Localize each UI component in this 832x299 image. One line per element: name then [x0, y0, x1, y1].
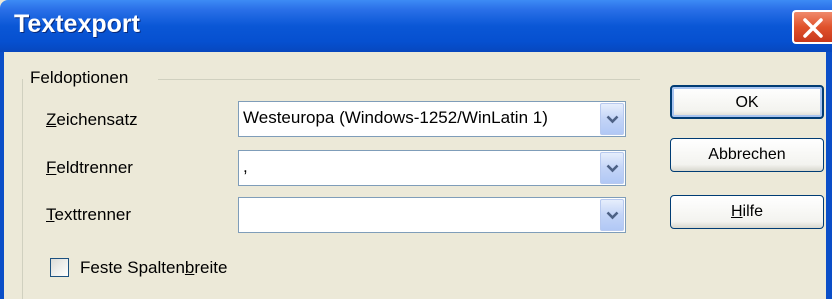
- zeichensatz-dropdown[interactable]: Westeuropa (Windows-1252/WinLatin 1): [238, 101, 626, 137]
- window-frame-left: [0, 52, 4, 299]
- window-frame-right: [826, 52, 832, 299]
- feldtrenner-label-accel: F: [46, 158, 57, 177]
- texttrenner-dropdown[interactable]: [238, 197, 626, 233]
- help-button-text: ilfe: [742, 203, 763, 220]
- zeichensatz-label: Zeichensatz: [46, 110, 138, 130]
- feldtrenner-dropdown[interactable]: ,: [238, 150, 626, 186]
- ok-button[interactable]: OK: [670, 85, 824, 119]
- chevron-down-icon: [606, 211, 619, 220]
- textexport-dialog: Textexport Feldoptionen Zeichensatz West…: [0, 0, 832, 299]
- close-icon: [803, 18, 823, 38]
- texttrenner-label-text: exttrenner: [54, 205, 132, 224]
- checkbox-label-accel: b: [184, 258, 195, 277]
- group-label: Feldoptionen: [30, 68, 129, 87]
- texttrenner-dropdown-button[interactable]: [600, 199, 624, 231]
- checkbox-label-pre: Feste Spalten: [80, 258, 185, 277]
- chevron-down-icon: [606, 164, 619, 173]
- cancel-button[interactable]: Abbrechen: [670, 138, 824, 172]
- zeichensatz-label-text: eichensatz: [56, 110, 138, 129]
- zeichensatz-dropdown-button[interactable]: [600, 103, 624, 135]
- chevron-down-icon: [606, 115, 619, 124]
- group-divider: [158, 79, 640, 80]
- close-button[interactable]: [792, 10, 832, 44]
- help-button[interactable]: Hilfe: [670, 195, 824, 229]
- feldtrenner-label: Feldtrenner: [46, 158, 133, 178]
- zeichensatz-value: Westeuropa (Windows-1252/WinLatin 1): [243, 108, 548, 127]
- window-title: Textexport: [14, 10, 140, 38]
- feldtrenner-dropdown-button[interactable]: [600, 152, 624, 184]
- texttrenner-label-accel: T: [46, 205, 55, 224]
- feste-spaltenbreite-checkbox[interactable]: [50, 258, 69, 277]
- title-bar[interactable]: Textexport: [0, 0, 832, 52]
- feldtrenner-label-text: eldtrenner: [56, 158, 133, 177]
- feste-spaltenbreite-label[interactable]: Feste Spaltenbreite: [80, 258, 227, 278]
- feldtrenner-value: ,: [243, 157, 248, 176]
- zeichensatz-label-accel: Z: [46, 110, 57, 129]
- texttrenner-label: Texttrenner: [46, 205, 131, 225]
- checkbox-label-post: reite: [194, 258, 228, 277]
- help-button-accel: H: [730, 203, 743, 220]
